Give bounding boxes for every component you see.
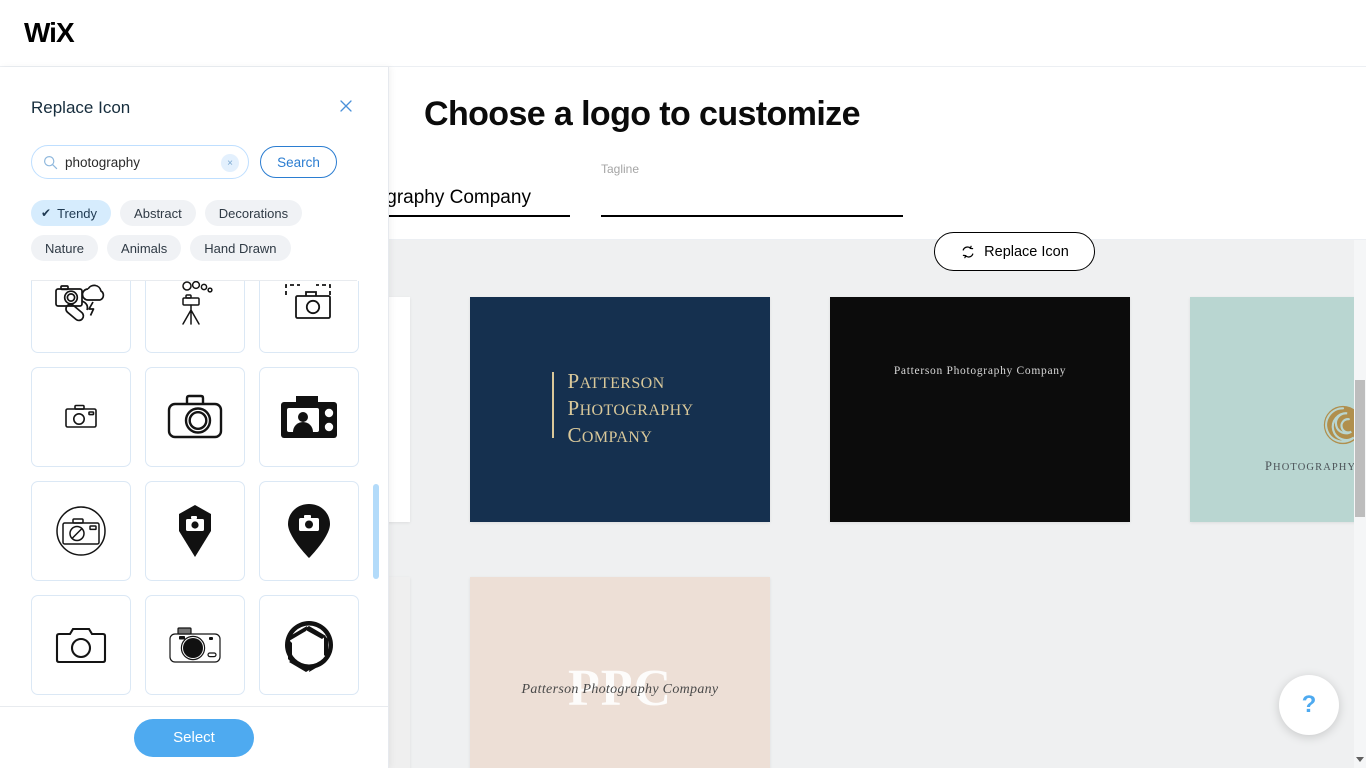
category-chip-list: ✔ Trendy Abstract Decorations Nature Ani… <box>0 179 388 261</box>
chip-animals[interactable]: Animals <box>107 235 182 261</box>
wix-logo-maker-app: WiX Patterson Photo <box>0 0 1366 768</box>
camera-classic-outline-icon <box>55 627 107 664</box>
camera-portrait-solid-icon <box>281 396 337 438</box>
chip-nature[interactable]: Nature <box>31 235 99 261</box>
icon-cell[interactable] <box>145 481 245 581</box>
clear-search-icon[interactable]: × <box>221 154 239 172</box>
scroll-down-arrow-icon[interactable] <box>1355 754 1365 764</box>
camera-map-pin-icon <box>288 504 330 558</box>
icon-cell[interactable] <box>259 481 359 581</box>
chip-hand-drawn[interactable]: Hand Drawn <box>190 235 291 261</box>
replace-icon-panel: Replace Icon × Search <box>0 67 389 768</box>
check-icon: ✔ <box>41 206 52 220</box>
logo-card-text: Patterson Photography Company <box>893 365 1067 377</box>
camera-storm-icon <box>55 284 105 322</box>
camera-small-outline-icon <box>65 404 97 428</box>
logo-card-text: PATTERSON PHOTOGRAPHY COMPANY <box>567 369 694 447</box>
chip-label: Nature <box>45 240 85 256</box>
aperture-shutter-icon <box>285 621 333 672</box>
tagline-label: Tagline <box>601 162 640 176</box>
select-button[interactable]: Select <box>134 718 254 757</box>
icon-cell[interactable] <box>259 595 359 695</box>
panel-title: Replace Icon <box>31 98 131 117</box>
search-icon <box>43 155 58 175</box>
wix-logo[interactable]: WiX <box>24 19 75 47</box>
search-button[interactable]: Search <box>260 146 337 178</box>
panel-footer: Select <box>0 706 388 768</box>
camera-tripod-bubbles-icon <box>182 281 213 325</box>
icon-cell[interactable] <box>145 367 245 467</box>
camera-shield-pin-icon <box>179 505 211 557</box>
icon-cell[interactable] <box>31 281 131 353</box>
panel-scrollbar-thumb[interactable] <box>373 484 379 579</box>
logo-card[interactable]: PPC Patterson Photography Company <box>470 577 770 768</box>
icon-cell[interactable] <box>259 367 359 467</box>
search-input[interactable] <box>32 154 248 170</box>
page-title: Choose a logo to customize <box>424 95 860 133</box>
top-bar: WiX <box>0 0 1366 67</box>
icon-cell[interactable] <box>145 281 245 353</box>
icon-results-grid <box>31 281 359 695</box>
camera-compact-icon <box>169 627 221 663</box>
close-icon[interactable] <box>336 96 356 116</box>
icon-cell[interactable] <box>31 595 131 695</box>
chip-label: Abstract <box>134 205 182 221</box>
logo-card[interactable]: Patterson Photography Company <box>830 297 1130 522</box>
tagline-field-wrap: Tagline <box>601 162 903 217</box>
camera-no-photos-circle-icon <box>56 506 106 556</box>
icon-cell[interactable] <box>31 367 131 467</box>
chip-label: Hand Drawn <box>204 240 277 256</box>
chip-abstract[interactable]: Abstract <box>120 200 196 226</box>
refresh-swap-icon <box>960 244 976 260</box>
logo-card-text: Patterson Photography Company <box>521 681 719 697</box>
camera-dslr-outline-icon <box>167 394 223 439</box>
chip-label: Animals <box>121 240 168 256</box>
help-button[interactable]: ? <box>1279 675 1339 735</box>
page-scrollbar-thumb[interactable] <box>1355 380 1365 517</box>
camera-frame-icon <box>285 284 331 319</box>
chip-decorations[interactable]: Decorations <box>204 200 303 226</box>
search-row: × Search <box>0 118 388 179</box>
panel-header: Replace Icon <box>0 67 388 118</box>
logo-rule-divider <box>552 372 555 438</box>
icon-results-scroll-area[interactable] <box>0 281 388 706</box>
tagline-input[interactable] <box>601 186 903 217</box>
replace-icon-button-label: Replace Icon <box>984 243 1069 260</box>
replace-icon-button[interactable]: Replace Icon <box>934 232 1095 271</box>
icon-cell[interactable] <box>259 281 359 353</box>
chip-trendy[interactable]: ✔ Trendy <box>31 200 112 226</box>
logo-card[interactable]: PHOTOGRAPHY COMPANY <box>1190 297 1366 522</box>
logo-card-text: PHOTOGRAPHY COMPANY <box>1264 459 1366 473</box>
icon-cell[interactable] <box>31 481 131 581</box>
chip-label: Trendy <box>57 205 98 221</box>
search-box[interactable]: × <box>31 145 249 179</box>
logo-card[interactable]: PATTERSON PHOTOGRAPHY COMPANY <box>470 297 770 522</box>
icon-cell[interactable] <box>145 595 245 695</box>
chip-label: Decorations <box>218 205 289 221</box>
